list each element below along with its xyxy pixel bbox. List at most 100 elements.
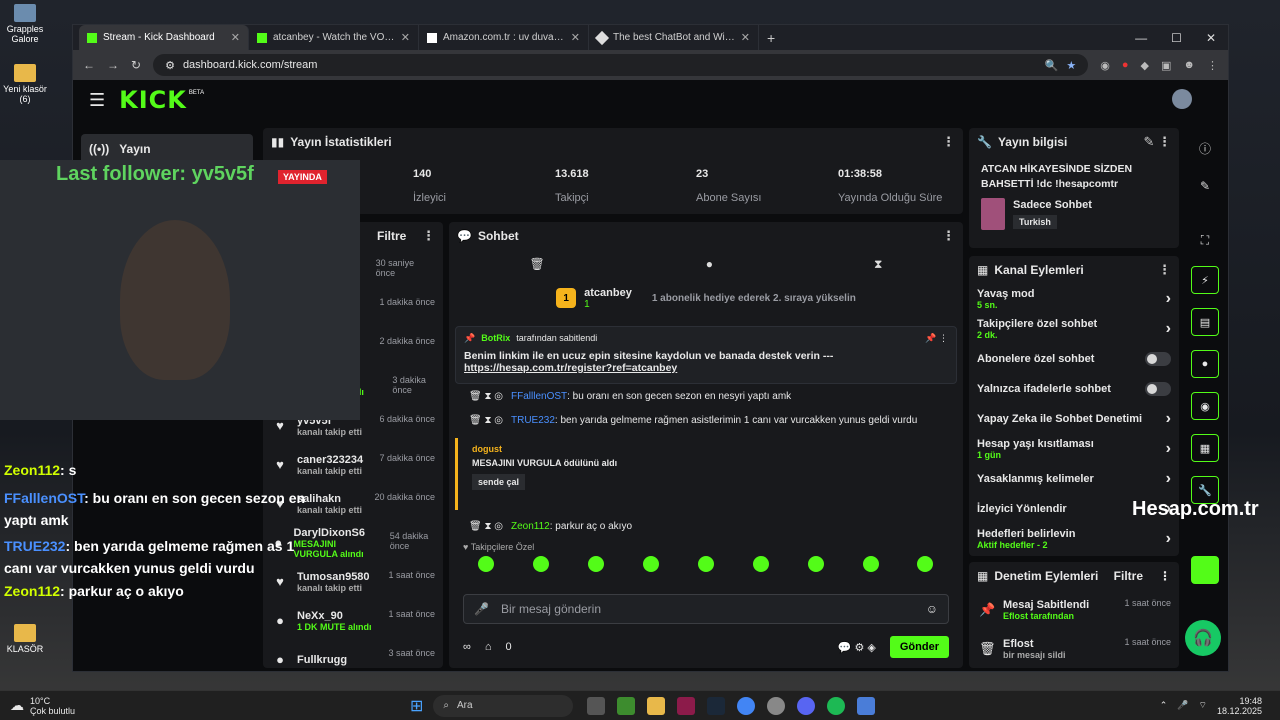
emote[interactable]: [807, 556, 824, 572]
spotify-icon[interactable]: [827, 696, 846, 715]
tab-kick-vod[interactable]: atcanbey - Watch the VOD on Kick ✕: [249, 25, 419, 50]
chat-icon[interactable]: ●: [1191, 350, 1219, 378]
toggle-switch[interactable]: [1145, 382, 1171, 396]
notes-icon[interactable]: ▤: [1191, 308, 1219, 336]
more-icon[interactable]: ⋮: [422, 228, 435, 244]
emote[interactable]: [478, 556, 495, 572]
shield-icon[interactable]: ◆: [1141, 59, 1149, 72]
emote[interactable]: [643, 556, 660, 572]
menu-icon[interactable]: ⋮: [1207, 59, 1218, 72]
more-icon[interactable]: ⋮: [1159, 569, 1171, 583]
desktop-icon-klasor[interactable]: KLASÖR: [0, 624, 50, 654]
chat-bubble-icon[interactable]: ●: [706, 257, 713, 271]
lightning-icon[interactable]: ⚡: [1191, 266, 1219, 294]
more-icon[interactable]: ⋮: [942, 134, 955, 150]
support-icon[interactable]: 🎧: [1185, 620, 1221, 656]
pinned-link[interactable]: https://hesap.com.tr/register?ref=atcanb…: [464, 362, 948, 374]
taskbar-search[interactable]: ⌕ Ara: [433, 694, 574, 717]
emote[interactable]: [752, 556, 769, 572]
app-icon[interactable]: [677, 696, 696, 715]
profile-icon[interactable]: ☻: [1183, 59, 1195, 72]
unpin-icon[interactable]: 📌 ⋮: [925, 333, 948, 344]
channel-action[interactable]: Yasaklanmış kelimeler ›: [969, 464, 1179, 494]
puzzle-icon[interactable]: ▣: [1161, 59, 1171, 72]
file-explorer-icon[interactable]: [647, 696, 666, 715]
info-icon[interactable]: ⓘ: [1195, 138, 1215, 158]
trash-icon[interactable]: 🗑: [530, 257, 545, 271]
channel-action[interactable]: Yapay Zeka ile Sohbet Denetimi ›: [969, 404, 1179, 434]
chat-mod-icons[interactable]: 🗑 ⧗ ◎: [469, 391, 503, 402]
close-icon[interactable]: ✕: [231, 31, 240, 44]
channel-action[interactable]: Takipçilere özel sohbet 2 dk. ›: [969, 314, 1179, 344]
emote[interactable]: [917, 556, 934, 572]
extension-icon[interactable]: ◉: [1100, 59, 1110, 72]
window-close-button[interactable]: ✕: [1206, 31, 1216, 45]
discord-icon[interactable]: [797, 696, 816, 715]
fullscreen-icon[interactable]: ⛶: [1195, 230, 1215, 250]
filter-button[interactable]: Filtre: [377, 229, 406, 243]
close-icon[interactable]: ✕: [741, 31, 750, 44]
tab-amazon[interactable]: Amazon.com.tr : uv duvar halısı ✕: [419, 25, 589, 50]
more-icon[interactable]: ⋮: [1158, 262, 1171, 278]
forward-icon[interactable]: →: [107, 58, 119, 72]
chat-mod-icons[interactable]: 🗑 ⧗ ◎: [469, 415, 503, 426]
emoji-icon[interactable]: ☺: [926, 602, 938, 616]
maximize-button[interactable]: ☐: [1171, 31, 1182, 45]
new-tab-button[interactable]: +: [767, 30, 775, 46]
kick-logo[interactable]: KICK: [119, 86, 187, 114]
close-icon[interactable]: ✕: [401, 31, 410, 44]
weather-widget[interactable]: ☁ 10°C Çok bulutlu: [0, 696, 200, 716]
star-icon[interactable]: ★: [1066, 59, 1076, 72]
app-icon[interactable]: [1191, 556, 1219, 584]
zoom-icon[interactable]: 🔍: [1045, 59, 1059, 72]
chat-username[interactable]: TRUE232: [511, 415, 555, 426]
layout-icon[interactable]: ▦: [1191, 434, 1219, 462]
url-field[interactable]: ⚙ dashboard.kick.com/stream 🔍 ★: [153, 54, 1089, 76]
pencil-icon[interactable]: ✎: [1195, 176, 1215, 196]
minimize-button[interactable]: —: [1135, 31, 1147, 45]
emote[interactable]: [862, 556, 879, 572]
extension-icon[interactable]: ●: [1122, 59, 1129, 72]
toggle-switch[interactable]: [1145, 352, 1171, 366]
mic-icon[interactable]: 🎤: [474, 602, 489, 616]
channel-action[interactable]: Yavaş mod 5 sn. ›: [969, 284, 1179, 314]
clock-date[interactable]: 18.12.2025: [1217, 706, 1262, 716]
hamburger-icon[interactable]: ☰: [89, 90, 105, 111]
send-button[interactable]: Gönder: [889, 636, 949, 658]
mic-icon[interactable]: 🎤: [1177, 700, 1188, 711]
app-icon[interactable]: [767, 696, 786, 715]
tab-kick-dashboard[interactable]: Stream - Kick Dashboard ✕: [79, 25, 249, 50]
task-view-icon[interactable]: [587, 696, 606, 715]
chat-username[interactable]: FFalllenOST: [511, 391, 567, 402]
minecraft-icon[interactable]: [617, 696, 636, 715]
points-icon[interactable]: ∞: [463, 641, 471, 653]
channel-action[interactable]: Yalnızca ifadelerle sohbet: [969, 374, 1179, 404]
chevron-up-icon[interactable]: ⌃: [1160, 700, 1168, 711]
desktop-icon-grapples[interactable]: Grapples Galore: [0, 4, 50, 44]
store-icon[interactable]: ⌂: [485, 641, 492, 653]
desktop-icon-folder[interactable]: Yeni klasör (6): [0, 64, 50, 104]
chat-username[interactable]: Zeon112: [511, 521, 550, 532]
edit-icon[interactable]: ✎ ⋮: [1143, 134, 1171, 150]
filter-button[interactable]: Filtre: [1114, 569, 1143, 583]
start-icon[interactable]: ⊞: [410, 696, 423, 716]
hourglass-icon[interactable]: ⧗: [874, 257, 882, 272]
channel-action[interactable]: Hedefleri belirlevin Aktif hedefler - 2 ›: [969, 524, 1179, 554]
steam-icon[interactable]: [707, 696, 726, 715]
avatar[interactable]: [1172, 89, 1192, 109]
emote[interactable]: [697, 556, 714, 572]
channel-action[interactable]: Abonelere özel sohbet: [969, 344, 1179, 374]
chrome-icon[interactable]: [737, 696, 756, 715]
emote[interactable]: [533, 556, 550, 572]
app-icon[interactable]: [857, 696, 876, 715]
wifi-icon[interactable]: ⌔: [1198, 700, 1206, 711]
reload-icon[interactable]: ↻: [131, 58, 141, 72]
tab-chatbot[interactable]: The best ChatBot and Widgets ✕: [589, 25, 759, 50]
back-icon[interactable]: ←: [83, 58, 95, 72]
emote[interactable]: [588, 556, 605, 572]
clock-time[interactable]: 19:48: [1217, 696, 1262, 706]
chat-settings-icons[interactable]: 💬 ⚙ ◈: [838, 641, 876, 654]
broadcast-icon[interactable]: ◉: [1191, 392, 1219, 420]
site-info-icon[interactable]: ⚙: [165, 59, 175, 72]
close-icon[interactable]: ✕: [571, 31, 580, 44]
